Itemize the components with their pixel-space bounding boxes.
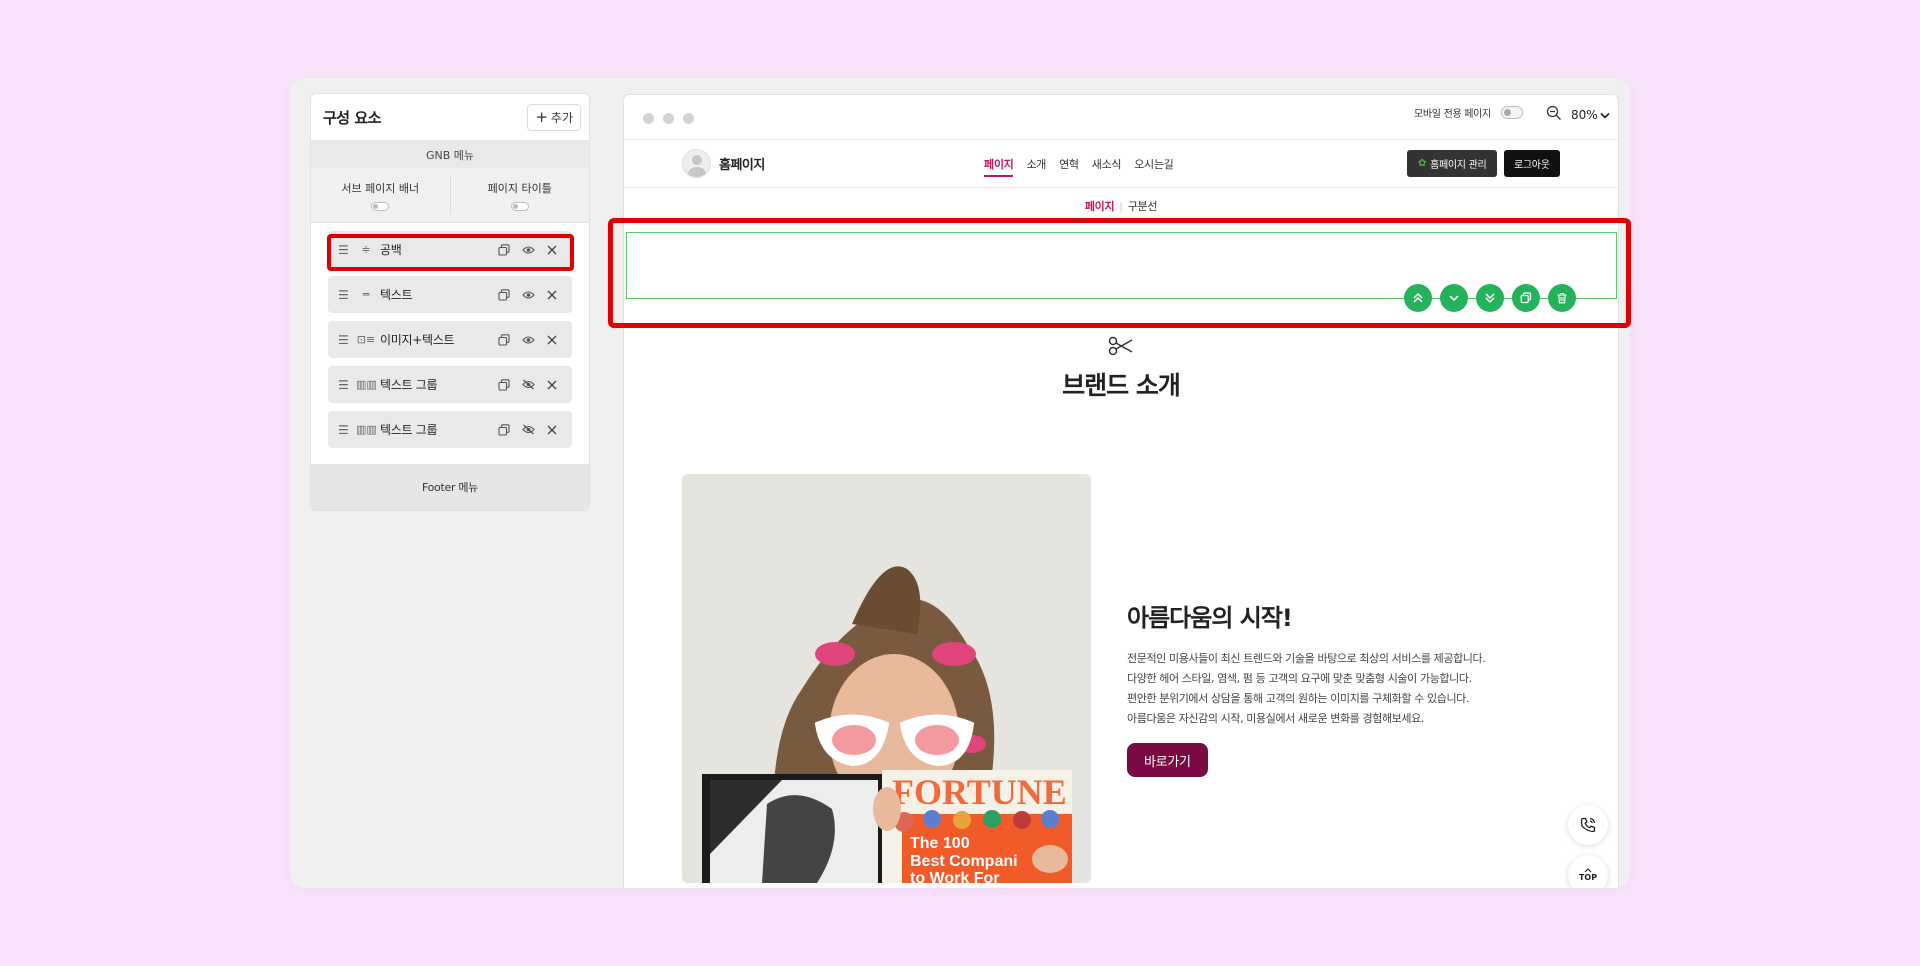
drag-handle-icon[interactable]: ☰ <box>338 423 352 437</box>
component-label: 텍스트 <box>380 288 413 302</box>
text-group-icon: ▥▥ <box>356 423 377 436</box>
duplicate-icon[interactable] <box>492 378 516 391</box>
phone-call-button[interactable] <box>1568 805 1608 845</box>
eye-icon[interactable] <box>516 335 540 345</box>
component-label: 이미지+텍스트 <box>380 333 455 347</box>
highlight-sidebar-spacer <box>327 234 574 271</box>
magazine-line-3: to Work For <box>910 870 999 883</box>
image-text-icon: ⊡≡ <box>356 333 376 346</box>
top-label: TOP <box>1578 873 1598 882</box>
intro-body: 전문적인 미용사들이 최신 트렌드와 기술을 바탕으로 최상의 서비스를 제공합… <box>1127 649 1486 729</box>
intro-title: 아름다움의 시작! <box>1127 604 1293 632</box>
scroll-top-button[interactable]: TOP <box>1568 855 1608 888</box>
component-item-image-text[interactable]: ☰ ⊡≡ 이미지+텍스트 <box>328 321 572 358</box>
logout-button[interactable]: 로그아웃 <box>1504 150 1560 177</box>
editor-window: 구성 요소 + 추가 GNB 메뉴 서브 페이지 배너 페이지 타이틀 ☰ ≑ … <box>290 78 1630 888</box>
page-preview: 모바일 전용 페이지 80% 홈페이지 페이지 소개 연혁 새소식 오시는길 ✿… <box>623 94 1619 888</box>
page-title-toggle[interactable] <box>510 201 529 211</box>
add-component-button[interactable]: + 추가 <box>527 103 581 131</box>
magazine-line-1: The 100 <box>910 835 970 852</box>
intro-line: 전문적인 미용사들이 최신 트렌드와 기술을 바탕으로 최상의 서비스를 제공합… <box>1127 652 1486 665</box>
avatar <box>682 149 711 178</box>
component-label: 텍스트 그룹 <box>380 378 438 392</box>
drag-handle-icon[interactable]: ☰ <box>338 333 352 347</box>
close-icon[interactable] <box>540 425 564 435</box>
component-label: 텍스트 그룹 <box>380 423 438 437</box>
site-admin-button[interactable]: ✿ 홈페이지 관리 <box>1407 150 1498 177</box>
preview-toolbar: 모바일 전용 페이지 80% <box>624 95 1618 140</box>
breadcrumb: 페이지 | 구분선 <box>624 198 1618 214</box>
sub-banner-label: 서브 페이지 배너 <box>341 181 420 195</box>
page-title-label: 페이지 타이틀 <box>487 181 552 195</box>
sub-banner-toggle[interactable] <box>371 201 390 211</box>
highlight-preview-spacer <box>608 218 1631 328</box>
site-admin-label: 홈페이지 관리 <box>1430 160 1487 171</box>
section-title: 브랜드 소개 <box>1062 371 1181 400</box>
sub-banner-option: 서브 페이지 배너 <box>311 168 450 222</box>
zoom-control[interactable]: 80% <box>1546 105 1610 124</box>
mobile-only-toggle[interactable] <box>1500 106 1523 119</box>
text-icon: ═ <box>362 288 370 301</box>
nav-item-history[interactable]: 연혁 <box>1059 156 1079 177</box>
plus-icon: + <box>535 107 548 126</box>
window-dots <box>643 113 694 124</box>
duplicate-icon[interactable] <box>492 423 516 436</box>
close-icon[interactable] <box>540 380 564 390</box>
chevron-down-icon[interactable] <box>1600 108 1610 122</box>
nav-item-about[interactable]: 소개 <box>1026 156 1046 177</box>
site-nav: 페이지 소개 연혁 새소식 오시는길 <box>984 156 1174 177</box>
add-label: 추가 <box>550 110 573 125</box>
breadcrumb-next[interactable]: 구분선 <box>1128 200 1158 213</box>
panel-header: 구성 요소 + 추가 <box>311 94 589 140</box>
drag-handle-icon[interactable]: ☰ <box>338 288 352 302</box>
footer-menu-bar[interactable]: Footer 메뉴 <box>311 464 589 510</box>
eye-icon[interactable] <box>516 290 540 300</box>
breadcrumb-separator: | <box>1119 200 1123 213</box>
gear-icon: ✿ <box>1418 158 1427 169</box>
mobile-only-option: 모바일 전용 페이지 <box>1414 105 1523 120</box>
intro-line: 편안한 분위기에서 상담을 통해 고객의 원하는 이미지를 구체화할 수 있습니… <box>1127 692 1470 705</box>
component-panel: 구성 요소 + 추가 GNB 메뉴 서브 페이지 배너 페이지 타이틀 ☰ ≑ … <box>310 93 590 511</box>
component-item-text[interactable]: ☰ ═ 텍스트 <box>328 276 572 313</box>
duplicate-icon[interactable] <box>492 333 516 346</box>
mobile-only-label: 모바일 전용 페이지 <box>1414 109 1491 120</box>
phone-icon <box>1580 817 1596 833</box>
eye-off-icon[interactable] <box>516 379 540 390</box>
magazine-line-2: Best Compani <box>910 853 1018 870</box>
close-icon[interactable] <box>540 335 564 345</box>
nav-item-directions[interactable]: 오시는길 <box>1134 156 1174 177</box>
page-title-option: 페이지 타이틀 <box>449 176 590 214</box>
zoom-value: 80% <box>1571 107 1598 122</box>
magazine-title: FORTUNE <box>892 772 1067 812</box>
duplicate-icon[interactable] <box>492 288 516 301</box>
text-group-icon: ▥▥ <box>356 378 377 391</box>
nav-item-page[interactable]: 페이지 <box>984 156 1014 177</box>
panel-title: 구성 요소 <box>323 108 381 127</box>
site-logo[interactable]: 홈페이지 <box>682 149 765 178</box>
scissors-icon <box>1108 336 1133 356</box>
breadcrumb-current[interactable]: 페이지 <box>1085 200 1115 213</box>
component-item-text-group[interactable]: ☰ ▥▥ 텍스트 그룹 <box>328 411 572 448</box>
gnb-menu-bar[interactable]: GNB 메뉴 <box>311 140 589 168</box>
site-name: 홈페이지 <box>719 158 765 173</box>
zoom-out-icon[interactable] <box>1546 105 1562 124</box>
go-button[interactable]: 바로가기 <box>1127 743 1208 777</box>
intro-line: 아름다움은 자신감의 시작, 미용실에서 새로운 변화를 경험해보세요. <box>1127 712 1424 725</box>
nav-item-news[interactable]: 새소식 <box>1092 156 1122 177</box>
site-header: 홈페이지 페이지 소개 연혁 새소식 오시는길 ✿ 홈페이지 관리 로그아웃 <box>624 140 1618 188</box>
close-icon[interactable] <box>540 290 564 300</box>
hero-photo: FORTUNE The 100 Best Compani to Work For <box>682 474 1091 883</box>
eye-off-icon[interactable] <box>516 424 540 435</box>
intro-line: 다양한 헤어 스타일, 염색, 펌 등 고객의 요구에 맞춘 맞춤형 시술이 가… <box>1127 672 1472 685</box>
component-item-text-group[interactable]: ☰ ▥▥ 텍스트 그룹 <box>328 366 572 403</box>
sub-page-options: 서브 페이지 배너 페이지 타이틀 <box>311 168 589 223</box>
drag-handle-icon[interactable]: ☰ <box>338 378 352 392</box>
